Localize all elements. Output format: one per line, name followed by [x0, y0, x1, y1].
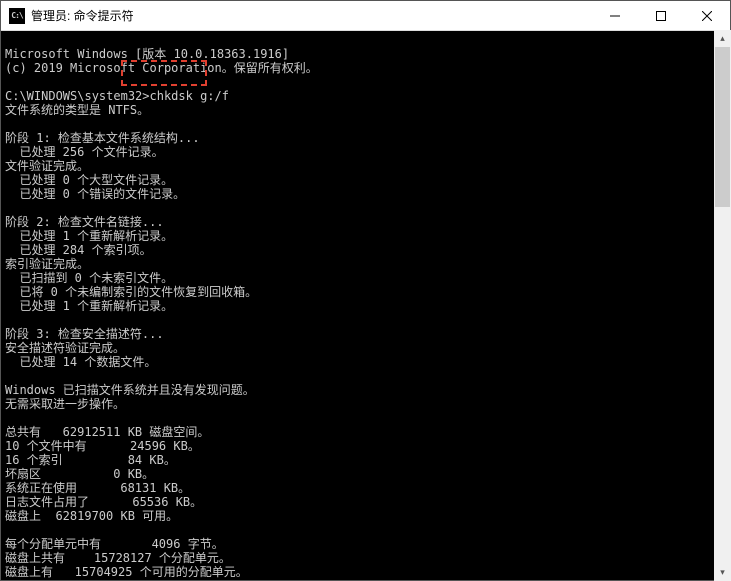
minimize-icon	[610, 11, 620, 21]
console-line: 已处理 256 个文件记录。	[5, 145, 164, 159]
console-line: 阶段 2: 检查文件名链接...	[5, 215, 164, 229]
console-line: 磁盘上 62819700 KB 可用。	[5, 509, 178, 523]
console-line: 日志文件占用了 65536 KB。	[5, 495, 202, 509]
console-line: Microsoft Windows [版本 10.0.18363.1916]	[5, 47, 289, 61]
console-line: 索引验证完成。	[5, 257, 89, 271]
cmd-window: C:\ 管理员: 命令提示符 Microsoft Windows [版本 10.…	[0, 0, 731, 581]
close-button[interactable]	[684, 1, 730, 30]
console-line: 每个分配单元中有 4096 字节。	[5, 537, 224, 551]
console-line: 已处理 0 个错误的文件记录。	[5, 187, 185, 201]
console-line: 已处理 0 个大型文件记录。	[5, 173, 173, 187]
console-line: (c) 2019 Microsoft Corporation。保留所有权利。	[5, 61, 318, 75]
console-line: 已处理 284 个索引项。	[5, 243, 152, 257]
console-line: 总共有 62912511 KB 磁盘空间。	[5, 425, 209, 439]
console-line: 16 个索引 84 KB。	[5, 453, 176, 467]
console-line: C:\WINDOWS\system32>chkdsk g:/f	[5, 89, 229, 103]
scrollbar-thumb[interactable]	[715, 47, 730, 207]
console-line: 文件系统的类型是 NTFS。	[5, 103, 149, 117]
console-line: 阶段 1: 检查基本文件系统结构...	[5, 131, 200, 145]
console-line: 磁盘上共有 15728127 个分配单元。	[5, 551, 231, 565]
scroll-up-arrow[interactable]: ▴	[714, 30, 731, 47]
console-line: Windows 已扫描文件系统并且没有发现问题。	[5, 383, 255, 397]
window-title: 管理员: 命令提示符	[31, 7, 592, 24]
console-line: 无需采取进一步操作。	[5, 397, 125, 411]
window-controls	[592, 1, 730, 30]
console-line: 已处理 1 个重新解析记录。	[5, 299, 173, 313]
maximize-icon	[656, 11, 666, 21]
console-line: 已处理 14 个数据文件。	[5, 355, 156, 369]
close-icon	[702, 11, 712, 21]
console-line: 已扫描到 0 个未索引文件。	[5, 271, 173, 285]
app-icon: C:\	[9, 8, 25, 24]
minimize-button[interactable]	[592, 1, 638, 30]
console-line: 10 个文件中有 24596 KB。	[5, 439, 200, 453]
console-line: 文件验证完成。	[5, 159, 89, 173]
vertical-scrollbar[interactable]: ▴ ▾	[714, 30, 731, 581]
console-line: 已处理 1 个重新解析记录。	[5, 229, 173, 243]
titlebar[interactable]: C:\ 管理员: 命令提示符	[1, 1, 730, 31]
console-line: 已将 0 个未编制索引的文件恢复到回收箱。	[5, 285, 257, 299]
maximize-button[interactable]	[638, 1, 684, 30]
console-line: 阶段 3: 检查安全描述符...	[5, 327, 164, 341]
console-line: 安全描述符验证完成。	[5, 341, 125, 355]
scroll-down-arrow[interactable]: ▾	[714, 564, 731, 581]
console-line: 坏扇区 0 KB。	[5, 467, 154, 481]
console-line: 系统正在使用 68131 KB。	[5, 481, 190, 495]
console-output[interactable]: Microsoft Windows [版本 10.0.18363.1916] (…	[1, 31, 730, 580]
console-line: 磁盘上有 15704925 个可用的分配单元。	[5, 565, 248, 579]
